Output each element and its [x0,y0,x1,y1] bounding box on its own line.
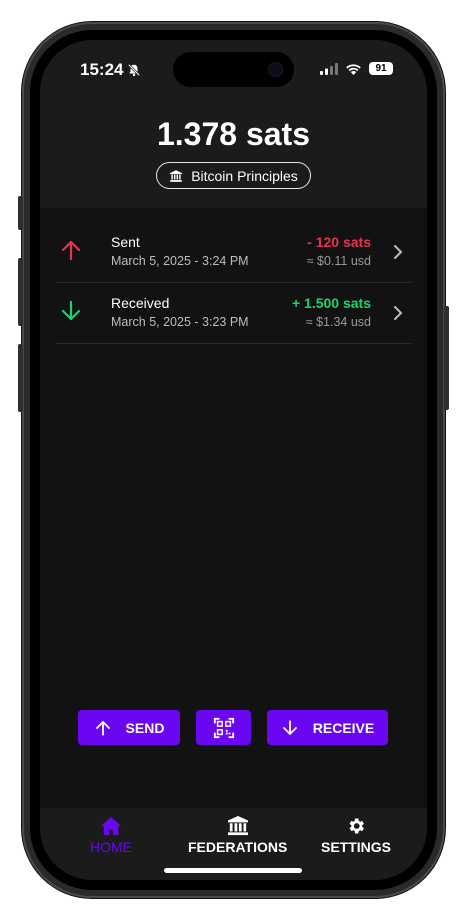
tab-label: HOME [90,839,132,855]
bell-muted-icon [128,63,141,77]
power-button [444,306,449,410]
status-time: 15:24 [80,60,141,80]
battery-icon: 91 [369,62,393,75]
transaction-amount: - 120 sats [307,234,371,250]
home-indicator[interactable] [164,868,302,873]
dynamic-island [173,52,294,87]
transaction-amount: + 1.500 sats [291,295,371,311]
federation-icon [227,816,248,836]
volume-up-button [18,258,23,326]
transaction-date: March 5, 2025 - 3:24 PM [111,254,249,268]
send-button[interactable]: SEND [78,710,180,745]
tab-settings[interactable]: SETTINGS [321,816,391,855]
camera-icon [269,63,282,76]
transaction-list: Sent March 5, 2025 - 3:24 PM - 120 sats … [56,222,411,344]
transaction-fiat: ≈ $0.11 usd [306,254,371,268]
home-icon [101,816,121,836]
receive-label: RECEIVE [312,719,375,736]
receive-button[interactable]: RECEIVE [267,710,388,745]
arrow-down-icon [61,300,81,321]
volume-down-button [18,344,23,412]
tab-home[interactable]: HOME [90,816,132,855]
tab-label: SETTINGS [321,839,392,855]
qr-scan-icon [213,717,234,738]
send-label: SEND [125,719,165,736]
transaction-row[interactable]: Sent March 5, 2025 - 3:24 PM - 120 sats … [56,222,411,283]
arrow-down-icon [282,719,297,735]
transaction-fiat: ≈ $1.34 usd [305,315,371,329]
scan-qr-button[interactable] [196,710,251,745]
federation-selector[interactable]: Bitcoin Principles [156,162,311,189]
transaction-title: Received [111,295,170,311]
arrow-up-icon [95,720,110,736]
cellular-signal-icon [320,62,338,75]
action-button [18,196,23,230]
transaction-date: March 5, 2025 - 3:23 PM [111,315,249,329]
chevron-right-icon [394,306,403,320]
bank-icon [170,169,183,182]
gear-icon [349,818,364,834]
federation-name: Bitcoin Principles [191,167,298,184]
tab-federations[interactable]: FEDERATIONS [188,816,287,855]
status-indicators: 91 [320,62,393,75]
chevron-right-icon [394,245,403,259]
app-screen: 1.378 sats Bitcoin Principles 15:24 91 S… [40,40,427,880]
wifi-icon [346,63,361,75]
tab-label: FEDERATIONS [188,839,288,855]
arrow-up-icon [61,240,81,261]
transaction-row[interactable]: Received March 5, 2025 - 3:23 PM + 1.500… [56,283,411,344]
transaction-title: Sent [111,234,140,250]
balance-amount: 1.378 sats [156,116,310,152]
